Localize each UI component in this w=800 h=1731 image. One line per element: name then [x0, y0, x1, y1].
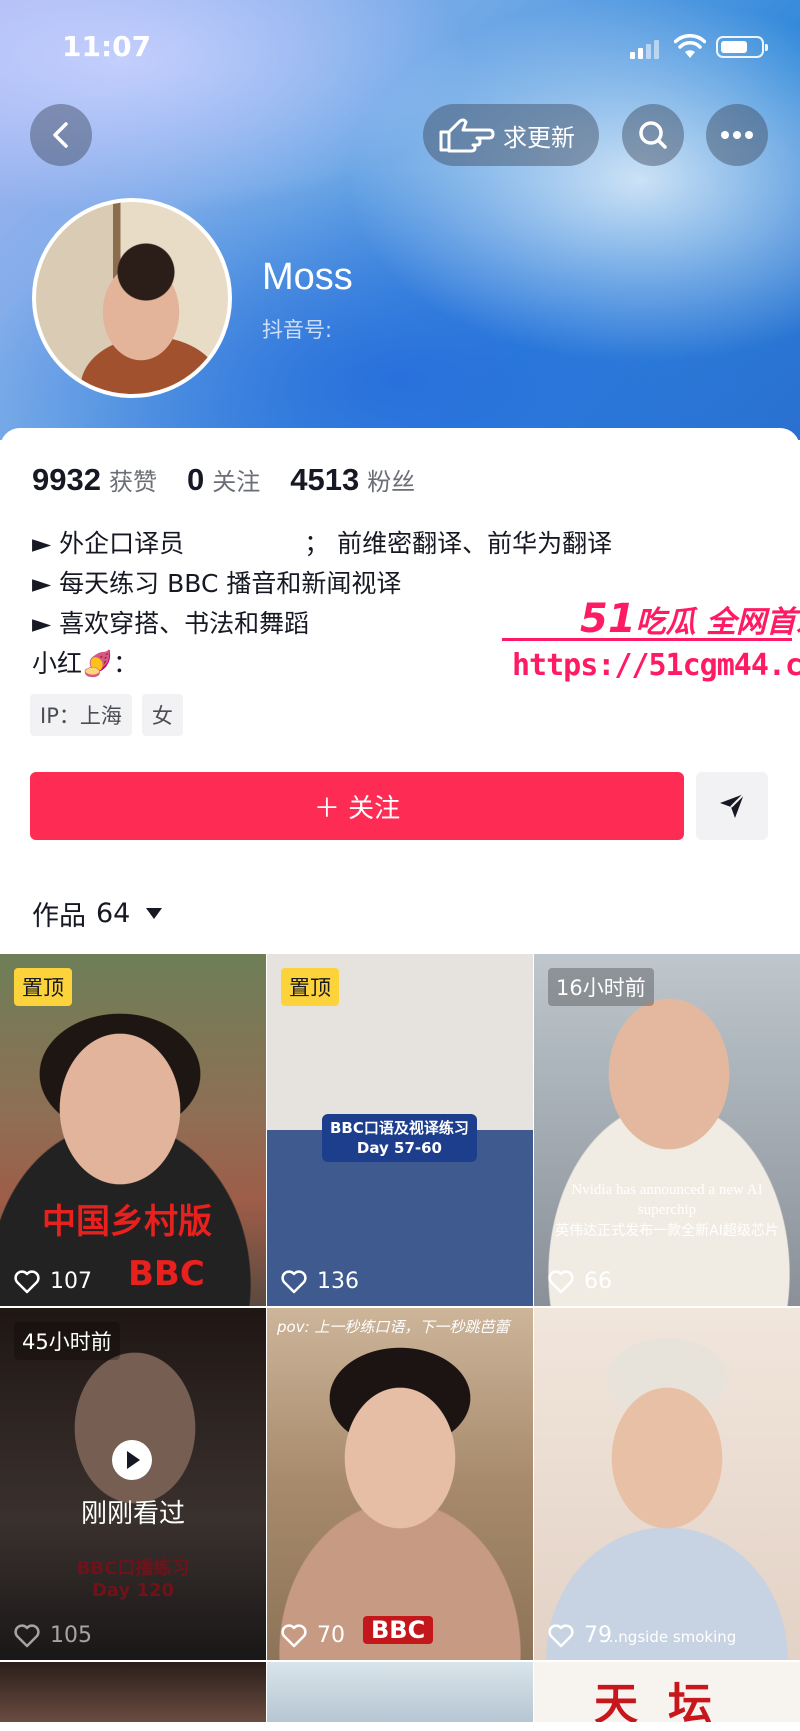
status-time: 11:07: [62, 30, 152, 63]
watermark-brand-num: 51: [580, 596, 636, 642]
request-update-button[interactable]: 求更新: [423, 104, 599, 166]
video-caption: BBC口语及视译练习: [330, 1119, 469, 1137]
stat-following[interactable]: 0 关注: [187, 462, 260, 498]
ip-tag: IP：上海: [30, 694, 132, 736]
video-tile[interactable]: 天坛: [534, 1662, 800, 1722]
battery-icon: [716, 36, 768, 58]
heart-icon: [548, 1269, 574, 1293]
watermark: 51吃瓜 全网首发 https://51cgm44.com: [500, 596, 800, 696]
video-likes-count: 105: [50, 1623, 92, 1648]
video-caption-2: Day 57-60: [356, 1139, 442, 1157]
video-tile[interactable]: Nvidia has announced a new AI superchip …: [534, 954, 800, 1306]
bio-line-1-b: ； 前维密翻译、前华为翻译: [304, 529, 613, 558]
video-caption: pov: 上一秒练口语，下一秒跳芭蕾: [277, 1318, 510, 1336]
video-tile[interactable]: BBC口语及视译练习 Day 57-60 置顶 136: [267, 954, 533, 1306]
video-tile[interactable]: 中国乡村版 BBC 置顶 107: [0, 954, 266, 1306]
bio-line-1-a: ► 外企口译员: [32, 529, 185, 558]
watermark-brand: 51吃瓜 全网首发: [580, 596, 800, 642]
heart-icon: [548, 1623, 574, 1647]
request-update-label: 求更新: [503, 123, 575, 152]
wifi-icon: [674, 34, 706, 58]
more-dots-icon: [721, 131, 753, 139]
pinned-badge: 置顶: [14, 968, 72, 1006]
works-tab[interactable]: 作品 64: [32, 894, 163, 933]
video-likes: 66: [548, 1269, 612, 1294]
video-likes: 105: [14, 1623, 92, 1648]
video-likes: 79: [548, 1623, 612, 1648]
recently-watched-overlay: [0, 1308, 266, 1660]
works-label: 作品: [32, 901, 86, 932]
search-icon: [639, 121, 667, 149]
bio-line-1: ► 外企口译员 ； 前维密翻译、前华为翻译: [32, 524, 612, 564]
signal-icon: [630, 40, 659, 59]
video-tile[interactable]: [0, 1662, 266, 1722]
video-caption-2: 英伟达正式发布一款全新AI超级芯片: [555, 1223, 779, 1239]
heart-icon: [14, 1623, 40, 1647]
send-arrow-icon: [720, 793, 745, 818]
watermark-brand-text: 吃瓜 全网首发: [635, 605, 800, 640]
pinned-badge: 置顶: [281, 968, 339, 1006]
video-caption: 中国乡村版: [42, 1202, 212, 1242]
heart-icon: [281, 1269, 307, 1293]
video-caption: Nvidia has announced a new AI superchip: [571, 1182, 763, 1218]
video-tile[interactable]: [267, 1662, 533, 1722]
video-caption-box: BBC口语及视译练习 Day 57-60: [322, 1114, 477, 1162]
stat-likes-value: 9932: [32, 462, 101, 497]
stats-row: 9932 获赞 0 关注 4513 粉丝: [32, 462, 415, 498]
video-caption-2: BBC: [363, 1616, 434, 1644]
video-likes-count: 79: [584, 1623, 612, 1648]
profile-name: Moss: [262, 256, 353, 298]
follow-button[interactable]: ＋ 关注: [30, 772, 684, 840]
video-likes: 107: [14, 1269, 92, 1294]
play-icon: [112, 1440, 152, 1480]
stat-followers-value: 4513: [290, 462, 360, 497]
status-bar: 11:07: [0, 28, 800, 68]
search-button[interactable]: [622, 104, 684, 166]
avatar[interactable]: [32, 198, 232, 398]
caret-down-icon: [146, 908, 163, 919]
stat-followers-label: 粉丝: [367, 468, 416, 496]
video-caption: ...ngside smoking: [604, 1628, 737, 1646]
stat-followers[interactable]: 4513 粉丝: [290, 462, 415, 498]
heart-icon: [281, 1623, 307, 1647]
stat-following-label: 关注: [212, 468, 261, 496]
video-caption-2: BBC: [128, 1254, 205, 1294]
recently-watched-label: 刚刚看过: [80, 1499, 185, 1529]
douyin-id[interactable]: 抖音号:: [262, 314, 332, 344]
video-likes: 136: [281, 1269, 359, 1294]
video-likes-count: 70: [317, 1623, 345, 1648]
time-badge: 45小时前: [14, 1322, 120, 1360]
stat-likes[interactable]: 9932 获赞: [32, 462, 157, 498]
time-badge: 16小时前: [548, 968, 654, 1006]
video-grid: 中国乡村版 BBC 置顶 107 BBC口语及视译练习 Day 57-60 置顶…: [0, 954, 800, 1722]
video-tile[interactable]: ...ngside smoking 79: [534, 1308, 800, 1660]
heart-icon: [14, 1269, 40, 1293]
share-button[interactable]: [696, 772, 768, 840]
gender-tag: 女: [141, 694, 183, 736]
pointing-hand-icon: [439, 118, 495, 153]
chevron-left-icon: [53, 122, 68, 148]
more-button[interactable]: [706, 104, 768, 166]
works-count: 64: [96, 898, 131, 929]
back-button[interactable]: [30, 104, 92, 166]
video-likes-count: 136: [317, 1269, 359, 1294]
watermark-line: [502, 638, 792, 641]
video-tile[interactable]: BBC口播练习 Day 120 45小时前 刚刚看过 105: [0, 1308, 266, 1660]
video-likes-count: 107: [50, 1269, 92, 1294]
stat-following-value: 0: [186, 462, 205, 497]
watermark-url: https://51cgm44.com: [512, 648, 800, 683]
video-likes: 70: [281, 1623, 345, 1648]
video-likes-count: 66: [584, 1269, 612, 1294]
stat-likes-label: 获赞: [108, 468, 157, 496]
video-thumbnail-title-art: 天坛: [594, 1679, 742, 1722]
profile-tags: IP：上海 女: [30, 694, 183, 736]
video-tile[interactable]: pov: 上一秒练口语，下一秒跳芭蕾 BBC 70: [267, 1308, 533, 1660]
